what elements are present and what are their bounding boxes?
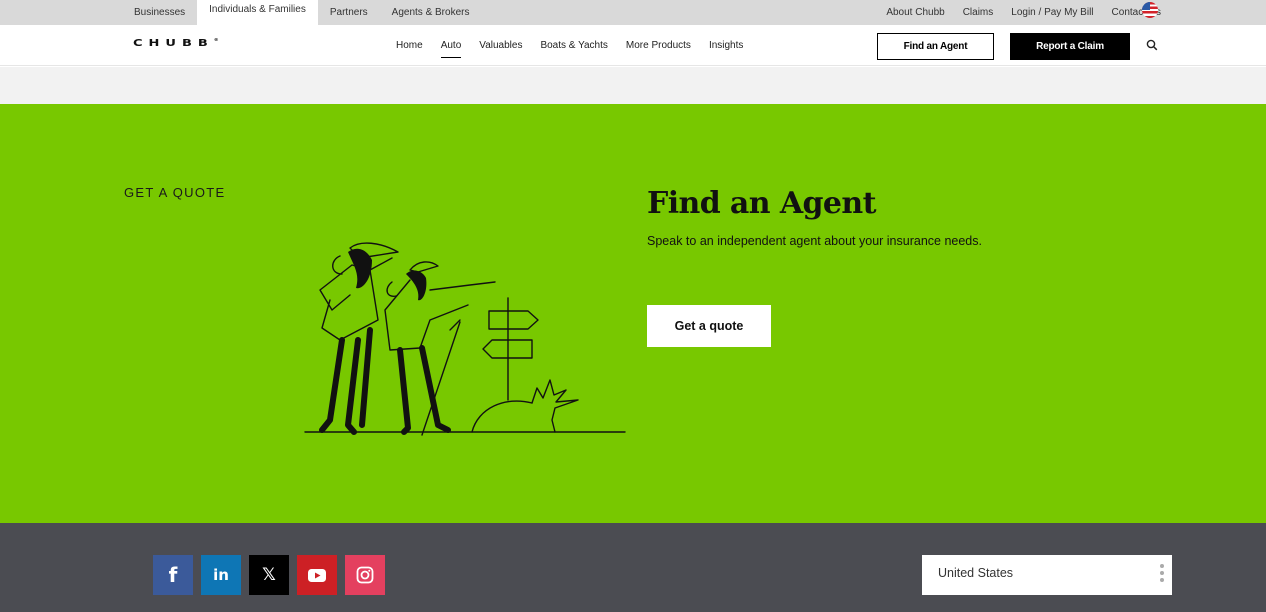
- hiker-one-legs: [319, 327, 373, 435]
- country-selector-value: United States: [938, 566, 1014, 580]
- more-vertical-icon: [1160, 564, 1164, 585]
- segment-businesses[interactable]: Businesses: [122, 0, 197, 25]
- instagram-glyph: [356, 566, 374, 584]
- instagram-icon[interactable]: [345, 555, 385, 595]
- logo-text: CHUBB: [133, 38, 214, 49]
- section-subtitle: Speak to an independent agent about your…: [647, 234, 982, 248]
- primary-nav: Home Auto Valuables Boats & Yachts More …: [396, 25, 761, 66]
- footer: f in 𝕏 United States: [0, 523, 1266, 612]
- find-agent-section: GET A QUOTE Find an Agent Speak to an in…: [0, 104, 1266, 523]
- utility-bar: Businesses Individuals & Families Partne…: [0, 0, 1266, 26]
- report-claim-button[interactable]: Report a Claim: [1010, 33, 1130, 60]
- find-agent-button[interactable]: Find an Agent: [877, 33, 994, 60]
- hiker-two: [384, 261, 496, 351]
- youtube-icon[interactable]: [297, 555, 337, 595]
- nav-insights[interactable]: Insights: [709, 40, 743, 51]
- chubb-logo[interactable]: CHUBB®: [133, 38, 219, 49]
- nav-more-products[interactable]: More Products: [626, 40, 691, 51]
- hiker-two-legs: [397, 345, 451, 435]
- linkedin-icon[interactable]: in: [201, 555, 241, 595]
- registered-mark: ®: [213, 38, 219, 43]
- hikers-illustration: [304, 242, 626, 436]
- hiker-two-hair: [406, 270, 427, 301]
- utility-links: About Chubb Claims Login / Pay My Bill C…: [868, 0, 1161, 25]
- facebook-icon[interactable]: f: [153, 555, 193, 595]
- search-icon[interactable]: [1146, 39, 1158, 51]
- get-quote-button[interactable]: Get a quote: [647, 305, 771, 347]
- audience-segments: Businesses Individuals & Families Partne…: [122, 0, 482, 26]
- nav-auto[interactable]: Auto: [440, 40, 461, 58]
- segment-agents-brokers[interactable]: Agents & Brokers: [380, 0, 482, 25]
- flag-canton: [1142, 2, 1150, 10]
- about-chubb-link[interactable]: About Chubb: [886, 7, 944, 18]
- main-header: CHUBB® Home Auto Valuables Boats & Yacht…: [0, 25, 1266, 66]
- hiker-one-hair: [348, 248, 372, 289]
- segment-partners[interactable]: Partners: [318, 0, 380, 25]
- segment-individuals-families[interactable]: Individuals & Families: [197, 0, 318, 26]
- bush: [531, 379, 579, 433]
- nav-home[interactable]: Home: [396, 40, 423, 51]
- nav-valuables[interactable]: Valuables: [479, 40, 522, 51]
- subnav-band: [0, 67, 1266, 104]
- hill: [471, 400, 533, 433]
- section-eyebrow: GET A QUOTE: [124, 185, 226, 200]
- sign-right: [488, 310, 539, 330]
- nav-boats-yachts[interactable]: Boats & Yachts: [540, 40, 607, 51]
- youtube-glyph: [308, 568, 326, 582]
- section-title: Find an Agent: [647, 186, 876, 221]
- social-links: f in 𝕏: [153, 555, 393, 595]
- x-twitter-icon[interactable]: 𝕏: [249, 555, 289, 595]
- country-selector[interactable]: United States: [922, 555, 1172, 595]
- login-pay-bill-link[interactable]: Login / Pay My Bill: [1011, 7, 1093, 18]
- us-flag-icon[interactable]: [1142, 2, 1158, 18]
- claims-link[interactable]: Claims: [963, 7, 994, 18]
